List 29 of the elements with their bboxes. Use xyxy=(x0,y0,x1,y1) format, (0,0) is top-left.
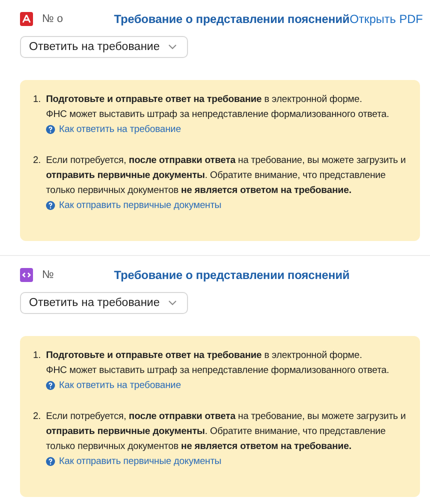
instruction-text: ФНС может выставить штраф за непредставление формализованного ответа. xyxy=(46,108,390,122)
open-pdf-link[interactable]: Открыть PDF xyxy=(350,12,423,26)
step-number: 1. xyxy=(33,349,42,363)
step-number: 2. xyxy=(33,410,42,424)
code-file-icon xyxy=(20,268,33,282)
document-number: № о xyxy=(42,13,64,25)
help-icon xyxy=(46,125,55,134)
help-link[interactable]: Как ответить на требование xyxy=(46,378,181,393)
step-number: 2. xyxy=(33,154,42,168)
caret-icon xyxy=(168,44,177,50)
instruction-text: Подготовьте и отправьте ответ на требование в электронной форме. xyxy=(46,93,364,107)
help-link[interactable]: Как ответить на требование xyxy=(46,122,181,137)
reply-dropdown[interactable]: Ответить на требование xyxy=(20,292,188,314)
pdf-file-icon xyxy=(20,12,33,26)
document-number: № xyxy=(42,269,55,281)
instruction-text: Если потребуется, после отправки ответа на требование, вы можете загрузить и отправить первичные документы. Обратите внимание, что представление только первичных документов не является ответом на требование. xyxy=(46,410,407,454)
help-icon xyxy=(46,201,55,210)
document-title: Требование о представлении пояснений xyxy=(114,12,350,26)
instruction-text: ФНС может выставить штраф за непредставление формализованного ответа. xyxy=(46,364,390,378)
instruction-text: Если потребуется, после отправки ответа на требование, вы можете загрузить и отправить первичные документы. Обратите внимание, что представление только первичных документов не является ответом на требование. xyxy=(46,154,407,198)
step-number: 1. xyxy=(33,93,42,107)
instruction-text: Подготовьте и отправьте ответ на требование в электронной форме. xyxy=(46,349,364,363)
help-link[interactable]: Как отправить первичные документы xyxy=(46,454,222,469)
help-icon xyxy=(46,381,55,390)
document-title: Требование о представлении пояснений xyxy=(114,268,350,282)
help-icon xyxy=(46,457,55,466)
reply-dropdown[interactable]: Ответить на требование xyxy=(20,36,188,58)
caret-icon xyxy=(168,300,177,306)
help-link[interactable]: Как отправить первичные документы xyxy=(46,198,222,213)
